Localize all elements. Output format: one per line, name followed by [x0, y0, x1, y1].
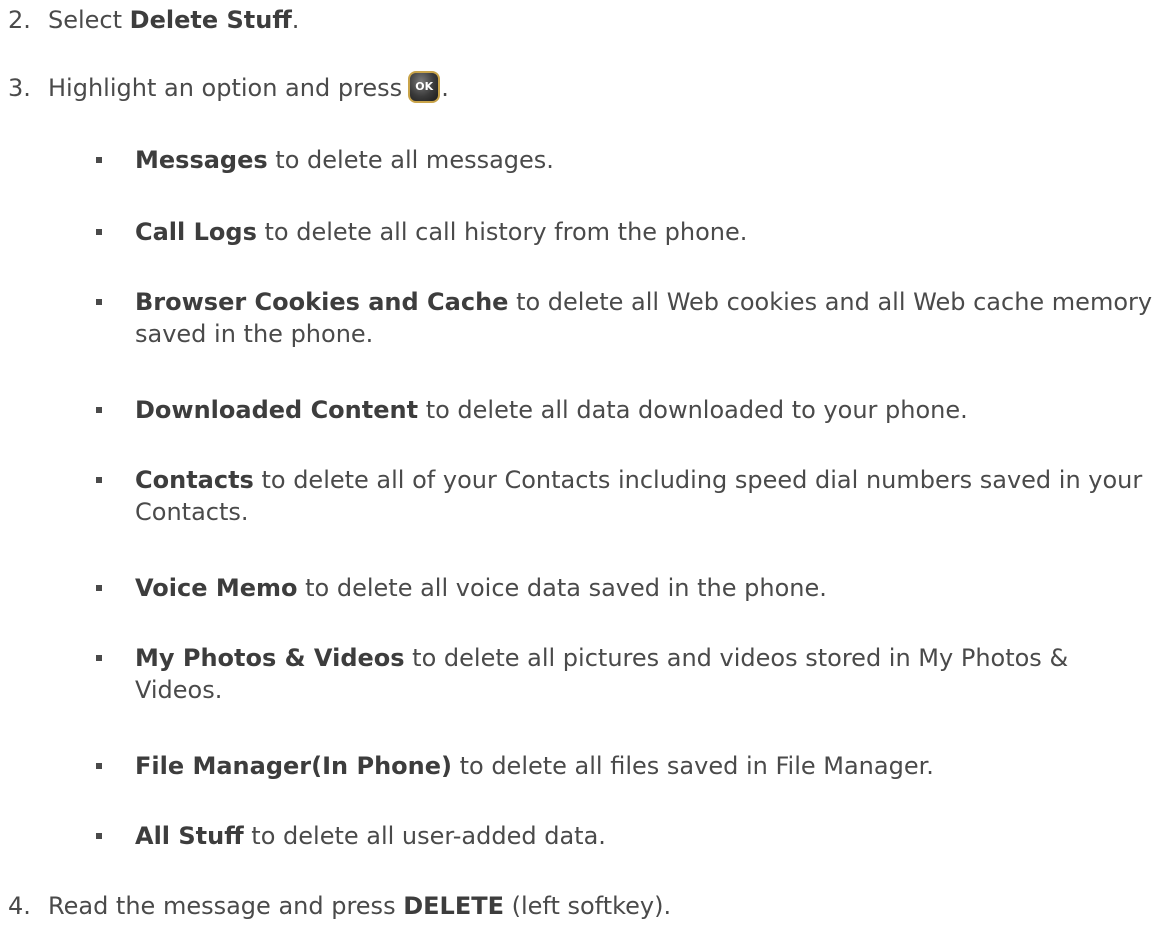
option-desc: to delete all files saved in File Manage…: [451, 752, 934, 780]
option-file-manager: File Manager(In Phone) to delete all fil…: [96, 750, 1156, 782]
option-name: Messages: [135, 146, 268, 174]
bullet-square-icon: [96, 477, 102, 483]
step-bold: DELETE: [403, 892, 504, 920]
bullet-square-icon: [96, 763, 102, 769]
bullet-square-icon: [96, 299, 102, 305]
option-desc: to delete all call history from the phon…: [256, 218, 748, 246]
option-name: Browser Cookies and Cache: [135, 288, 509, 316]
ok-key-icon: OK: [408, 71, 441, 103]
option-text: Call Logs to delete all call history fro…: [135, 216, 1156, 248]
step-text-end: (left softkey).: [503, 892, 672, 920]
step-text: Select: [48, 6, 130, 34]
step-4: 4. Read the message and press DELETE (lef…: [0, 890, 671, 922]
option-text: My Photos & Videos to delete all picture…: [135, 642, 1156, 706]
option-name: File Manager(In Phone): [135, 752, 452, 780]
option-desc: to delete all data downloaded to your ph…: [418, 396, 968, 424]
option-desc: to delete all of your Contacts including…: [135, 466, 1143, 526]
bullet-square-icon: [96, 833, 102, 839]
option-desc: to delete all voice data saved in the ph…: [297, 574, 827, 602]
option-voice-memo: Voice Memo to delete all voice data save…: [96, 572, 1156, 604]
option-name: All Stuff: [135, 822, 244, 850]
option-text: File Manager(In Phone) to delete all fil…: [135, 750, 1156, 782]
option-name: Call Logs: [135, 218, 257, 246]
step-number: 4.: [8, 892, 31, 920]
option-browser-cookies: Browser Cookies and Cache to delete all …: [96, 286, 1156, 350]
step-text-end: .: [291, 6, 300, 34]
step-text: Read the message and press: [48, 892, 404, 920]
step-3: 3. Highlight an option and press OK.: [0, 71, 449, 105]
option-text: Voice Memo to delete all voice data save…: [135, 572, 1156, 604]
step-text-end: .: [441, 74, 449, 102]
step-2: 2. Select Delete Stuff.: [0, 4, 299, 36]
option-desc: to delete all user-added data.: [243, 822, 606, 850]
bullet-square-icon: [96, 655, 102, 661]
bullet-square-icon: [96, 585, 102, 591]
bullet-square-icon: [96, 157, 102, 163]
option-name: My Photos & Videos: [135, 644, 405, 672]
option-name: Downloaded Content: [135, 396, 419, 424]
step-bold: Delete Stuff: [129, 6, 292, 34]
option-call-logs: Call Logs to delete all call history fro…: [96, 216, 1156, 248]
option-downloaded-content: Downloaded Content to delete all data do…: [96, 394, 1156, 426]
step-number: 3.: [8, 74, 31, 102]
option-text: Messages to delete all messages.: [135, 144, 1156, 176]
option-messages: Messages to delete all messages.: [96, 144, 1156, 176]
option-all-stuff: All Stuff to delete all user-added data.: [96, 820, 1156, 852]
bullet-square-icon: [96, 229, 102, 235]
option-name: Voice Memo: [135, 574, 298, 602]
option-text: All Stuff to delete all user-added data.: [135, 820, 1156, 852]
option-text: Contacts to delete all of your Contacts …: [135, 464, 1156, 528]
step-number: 2.: [8, 6, 31, 34]
step-text: Highlight an option and press: [48, 74, 403, 102]
option-my-photos-videos: My Photos & Videos to delete all picture…: [96, 642, 1156, 706]
option-name: Contacts: [135, 466, 254, 494]
option-text: Downloaded Content to delete all data do…: [135, 394, 1156, 426]
option-contacts: Contacts to delete all of your Contacts …: [96, 464, 1156, 528]
option-desc: to delete all messages.: [267, 146, 554, 174]
option-text: Browser Cookies and Cache to delete all …: [135, 286, 1156, 350]
bullet-square-icon: [96, 407, 102, 413]
